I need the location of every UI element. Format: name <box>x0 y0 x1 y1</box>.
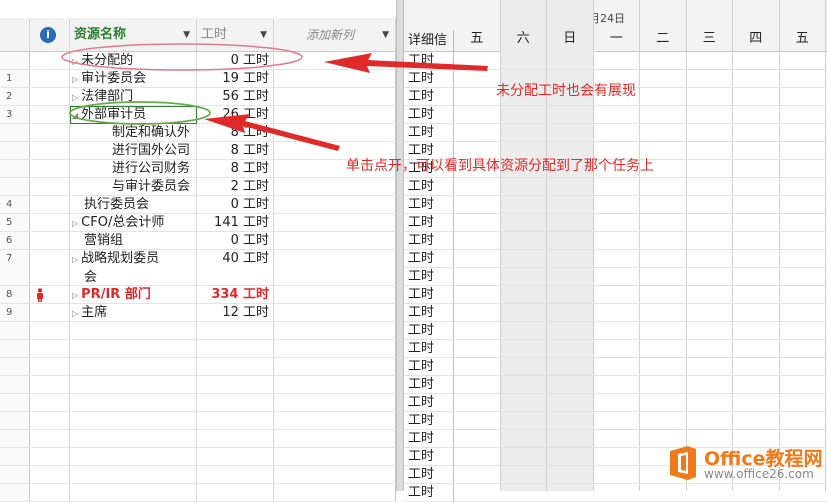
arrow-icon-2 <box>204 114 340 151</box>
annotation-unassigned: 未分配工时也会有展现 <box>496 83 636 99</box>
watermark-url: www.office26.com <box>704 467 814 481</box>
annotation-expand: 单击点开，可以看到具体资源分配到了那个任务上 <box>346 158 654 174</box>
office-logo-icon <box>666 445 700 481</box>
highlight-ellipse-auditor <box>69 101 211 125</box>
arrow-icon-1 <box>324 53 488 73</box>
annotation-layer <box>61 43 488 151</box>
highlight-ellipse-unassigned <box>61 43 303 71</box>
